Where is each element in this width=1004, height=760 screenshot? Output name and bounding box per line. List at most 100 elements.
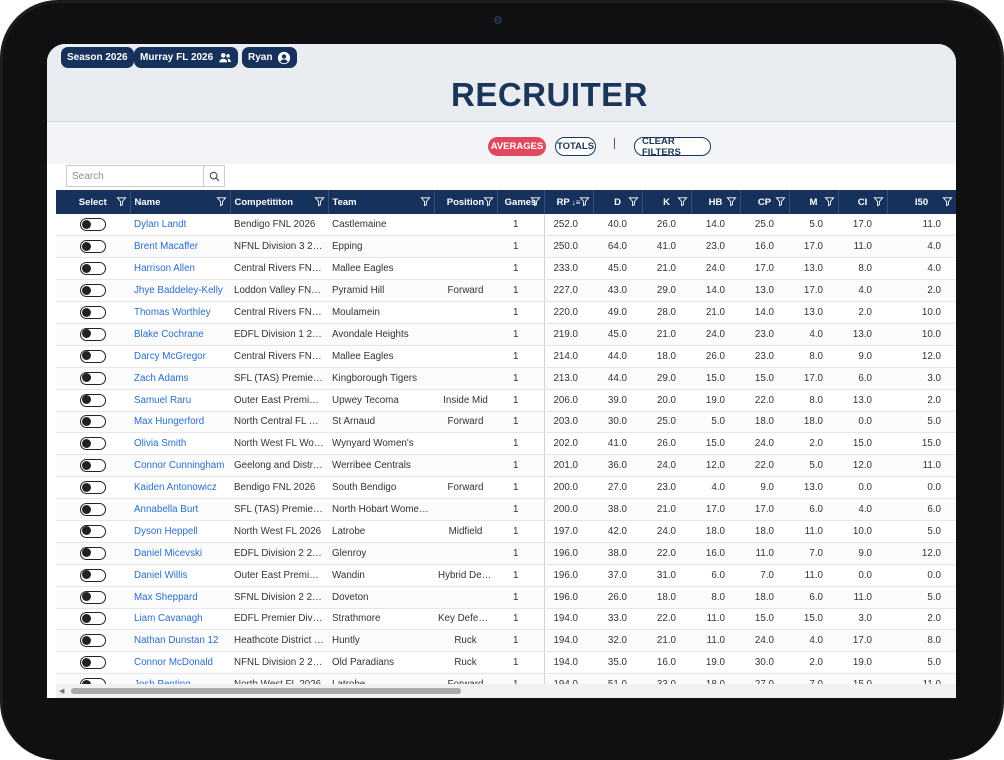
table-row[interactable]: Dyson Heppell North West FL 2026 Latrobe Mi… <box>56 520 956 543</box>
search-button[interactable] <box>203 166 224 186</box>
horizontal-scrollbar[interactable]: ◀ <box>56 684 956 698</box>
player-name-link[interactable]: Annabella Burt <box>130 498 230 521</box>
clear-filters-button[interactable]: CLEAR FILTERS <box>634 136 711 158</box>
select-toggle[interactable] <box>80 371 106 385</box>
column-header-d[interactable]: D <box>593 190 643 214</box>
scroll-left-icon[interactable]: ◀ <box>59 687 64 695</box>
select-toggle[interactable] <box>80 306 106 319</box>
select-toggle[interactable] <box>80 393 106 407</box>
table-row[interactable]: Nathan Dunstan 12 Heathcote District F...… <box>56 629 956 653</box>
player-name-link[interactable]: Nathan Dunstan 12 <box>130 629 230 653</box>
table-row[interactable]: Olivia Smith North West FL Wom... Wynyard … <box>56 432 956 456</box>
column-header-ci[interactable]: CI <box>838 190 888 214</box>
select-toggle[interactable] <box>80 437 106 451</box>
table-row[interactable]: Liam Cavanagh EDFL Premier Divisi... Strat… <box>56 608 956 631</box>
table-row[interactable]: Max Sheppard SFNL Division 2 2026 Doveton 1… <box>56 586 956 609</box>
player-name-link[interactable]: Jhye Baddeley-Kelly <box>130 279 230 303</box>
player-name-link[interactable]: Dylan Landt <box>130 214 230 237</box>
scrollbar-thumb[interactable] <box>71 688 461 694</box>
select-toggle[interactable] <box>80 634 106 648</box>
player-name-link[interactable]: Connor Cunningham <box>130 454 230 478</box>
select-toggle[interactable] <box>80 503 106 517</box>
column-header-m[interactable]: M <box>789 190 839 214</box>
table-row[interactable]: Darcy McGregor Central Rivers FNL 2... Mal… <box>56 345 956 368</box>
table-row[interactable]: Max Hungerford North Central FL 20... St A… <box>56 411 956 434</box>
filter-icon[interactable] <box>215 196 227 207</box>
filter-icon[interactable] <box>627 196 639 207</box>
player-name-link[interactable]: Daniel Micevski <box>130 542 230 565</box>
filter-icon[interactable] <box>529 196 541 207</box>
select-toggle[interactable] <box>80 349 106 363</box>
filter-icon[interactable] <box>578 196 590 207</box>
filter-icon[interactable] <box>774 196 786 207</box>
table-row[interactable]: Brent Macaffer NFNL Division 3 2026 Epping… <box>56 235 956 259</box>
table-row[interactable]: Daniel Micevski EDFL Division 2 2026 Glenr… <box>56 542 956 565</box>
select-toggle[interactable] <box>80 240 106 254</box>
table-row[interactable]: Samuel Raru Outer East Premier ... Upwey T… <box>56 389 956 412</box>
player-name-link[interactable]: Kaiden Antonowicz <box>130 476 230 500</box>
player-name-link[interactable]: Max Hungerford <box>130 411 230 434</box>
filter-icon[interactable] <box>941 196 953 207</box>
filter-icon[interactable] <box>676 196 688 207</box>
select-toggle[interactable] <box>80 612 106 626</box>
column-header-games[interactable]: Games <box>497 190 545 214</box>
table-row[interactable]: Blake Cochrane EDFL Division 1 2026 Avonda… <box>56 323 956 346</box>
player-name-link[interactable]: Olivia Smith <box>130 432 230 456</box>
select-toggle[interactable] <box>80 481 106 495</box>
player-name-link[interactable]: Zach Adams <box>130 367 230 390</box>
player-name-link[interactable]: Liam Cavanagh <box>130 608 230 631</box>
table-row[interactable]: Kaiden Antonowicz Bendigo FNL 2026 South B… <box>56 476 956 500</box>
table-row[interactable]: Connor McDonald NFNL Division 2 2026 Old P… <box>56 651 956 675</box>
select-toggle[interactable] <box>80 459 106 473</box>
table-row[interactable]: Daniel Willis Outer East Premier ... Wandi… <box>56 564 956 587</box>
player-name-link[interactable]: Darcy McGregor <box>130 345 230 368</box>
totals-button[interactable]: TOTALS <box>555 137 596 156</box>
filter-icon[interactable] <box>482 196 494 207</box>
player-name-link[interactable]: Blake Cochrane <box>130 323 230 346</box>
filter-icon[interactable] <box>419 196 431 207</box>
column-header-cp[interactable]: CP <box>740 190 790 214</box>
table-row[interactable]: Annabella Burt SFL (TAS) Premier L... Nort… <box>56 498 956 521</box>
select-toggle[interactable] <box>80 590 106 604</box>
player-name-link[interactable]: Brent Macaffer <box>130 235 230 259</box>
column-header-k[interactable]: K <box>642 190 692 214</box>
season-selector[interactable]: Season 2026 <box>61 47 134 68</box>
table-row[interactable]: Connor Cunningham Geelong and Distric... W… <box>56 454 956 478</box>
filter-icon[interactable] <box>115 196 127 207</box>
table-row[interactable]: Dylan Landt Bendigo FNL 2026 Castlemaine 1 2… <box>56 214 956 237</box>
select-toggle[interactable] <box>80 262 106 276</box>
user-menu[interactable]: Ryan <box>242 47 298 68</box>
table-row[interactable]: Jhye Baddeley-Kelly Loddon Valley FNL ...… <box>56 279 956 303</box>
player-name-link[interactable]: Samuel Raru <box>130 389 230 412</box>
averages-button[interactable]: AVERAGES <box>488 137 546 156</box>
player-name-link[interactable]: Max Sheppard <box>130 586 230 609</box>
select-toggle[interactable] <box>80 656 106 670</box>
select-toggle[interactable] <box>80 524 106 538</box>
select-toggle[interactable] <box>80 327 106 341</box>
filter-icon[interactable] <box>872 196 884 207</box>
select-toggle[interactable] <box>80 284 106 298</box>
column-header-rp[interactable]: RP ↓≡ <box>544 190 594 214</box>
player-name-link[interactable]: Daniel Willis <box>130 564 230 587</box>
filter-icon[interactable] <box>313 196 325 207</box>
player-name-link[interactable]: Harrison Allen <box>130 257 230 281</box>
column-header-hb[interactable]: HB <box>691 190 741 214</box>
filter-icon[interactable] <box>725 196 737 207</box>
column-header-competititon[interactable]: Competititon <box>230 190 329 214</box>
column-header-name[interactable]: Name <box>130 190 231 214</box>
table-row[interactable]: Zach Adams SFL (TAS) Premier L... Kingboro… <box>56 367 956 390</box>
search-input[interactable] <box>67 167 203 185</box>
player-name-link[interactable]: Thomas Worthley <box>130 301 230 324</box>
column-header-select[interactable]: Select <box>56 190 131 214</box>
filter-icon[interactable] <box>823 196 835 207</box>
select-toggle[interactable] <box>80 568 106 582</box>
league-selector[interactable]: Murray FL 2026 <box>134 47 239 68</box>
select-toggle[interactable] <box>80 415 106 429</box>
column-header-team[interactable]: Team <box>328 190 435 214</box>
column-header-i50[interactable]: I50 <box>887 190 956 214</box>
player-name-link[interactable]: Connor McDonald <box>130 651 230 675</box>
select-toggle[interactable] <box>80 546 106 560</box>
select-toggle[interactable] <box>80 218 106 232</box>
player-name-link[interactable]: Dyson Heppell <box>130 520 230 543</box>
table-row[interactable]: Harrison Allen Central Rivers FNL 2... Mal… <box>56 257 956 281</box>
